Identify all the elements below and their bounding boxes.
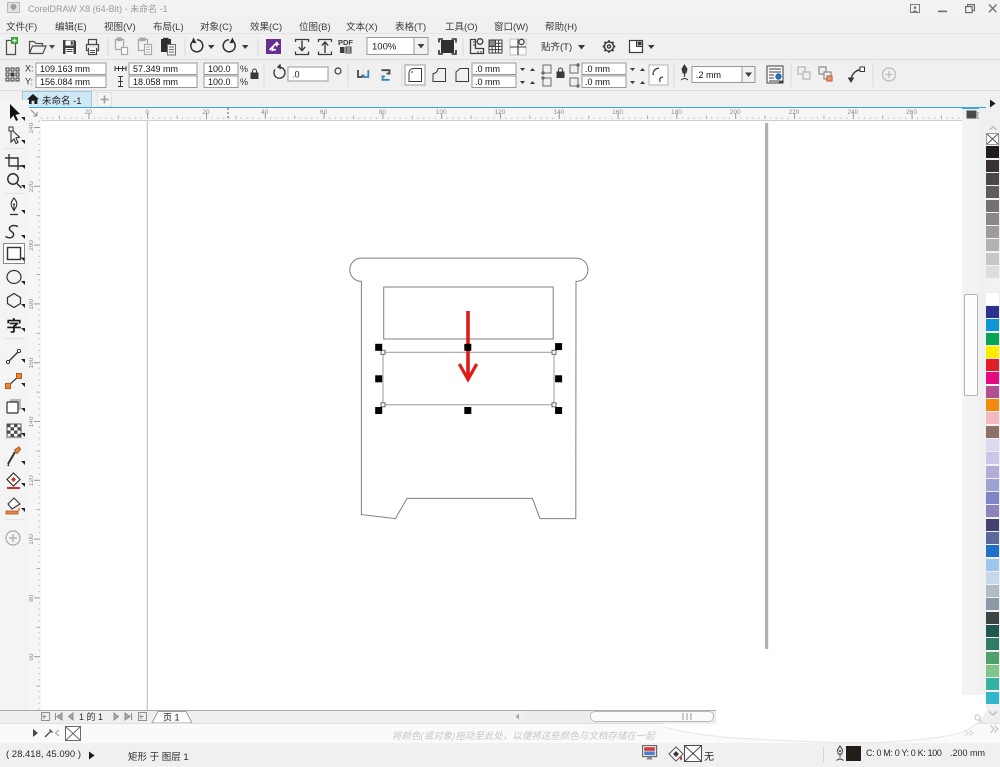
svg-text:100: 100 — [436, 109, 447, 116]
svg-text:18.058 mm: 18.058 mm — [133, 77, 178, 87]
svg-text:.0: .0 — [292, 70, 300, 80]
svg-text:180: 180 — [671, 109, 682, 116]
svg-text:%: % — [240, 77, 248, 87]
svg-text:240: 240 — [847, 109, 858, 116]
svg-text:页 1: 页 1 — [163, 713, 180, 723]
svg-text:贴齐(T): 贴齐(T) — [541, 41, 572, 53]
svg-text:.2 mm: .2 mm — [696, 70, 721, 80]
svg-text:109.163 mm: 109.163 mm — [40, 64, 90, 74]
svg-text:200: 200 — [730, 109, 741, 116]
svg-text:.0 mm: .0 mm — [585, 64, 610, 74]
svg-text:60: 60 — [29, 653, 35, 661]
svg-text:X:: X: — [25, 64, 34, 74]
svg-text:60: 60 — [320, 109, 328, 116]
svg-text:字: 字 — [7, 317, 22, 335]
svg-text:100.0: 100.0 — [208, 77, 231, 87]
svg-text:.0 mm: .0 mm — [585, 77, 610, 87]
svg-text:220: 220 — [29, 181, 35, 192]
svg-text:20: 20 — [202, 109, 210, 116]
svg-text:80: 80 — [29, 594, 35, 602]
svg-text:240: 240 — [29, 122, 35, 133]
svg-text:100: 100 — [29, 534, 35, 545]
svg-text:100%: 100% — [372, 42, 397, 53]
svg-text:57.349 mm: 57.349 mm — [133, 64, 178, 74]
svg-text:220: 220 — [789, 109, 800, 116]
svg-text:120: 120 — [495, 109, 506, 116]
svg-text:1 的 1: 1 的 1 — [79, 711, 103, 722]
svg-text:0: 0 — [145, 109, 149, 116]
svg-text:40: 40 — [261, 109, 269, 116]
svg-text:.0 mm: .0 mm — [475, 64, 500, 74]
svg-text:100.0: 100.0 — [208, 64, 231, 74]
svg-text:.0 mm: .0 mm — [475, 77, 500, 87]
svg-text:20: 20 — [85, 109, 93, 116]
svg-text:180: 180 — [29, 298, 35, 309]
svg-text:120: 120 — [29, 475, 35, 486]
svg-text:%: % — [240, 64, 248, 74]
svg-text:PDF: PDF — [338, 38, 353, 47]
svg-text:200: 200 — [29, 240, 35, 251]
svg-text:260: 260 — [906, 109, 917, 116]
svg-text:160: 160 — [612, 109, 623, 116]
svg-text:156.084 mm: 156.084 mm — [40, 77, 90, 87]
svg-text:160: 160 — [29, 357, 35, 368]
svg-text:140: 140 — [29, 416, 35, 427]
svg-text:140: 140 — [553, 109, 564, 116]
svg-text:Y:: Y: — [25, 77, 33, 87]
svg-text:80: 80 — [379, 109, 387, 116]
